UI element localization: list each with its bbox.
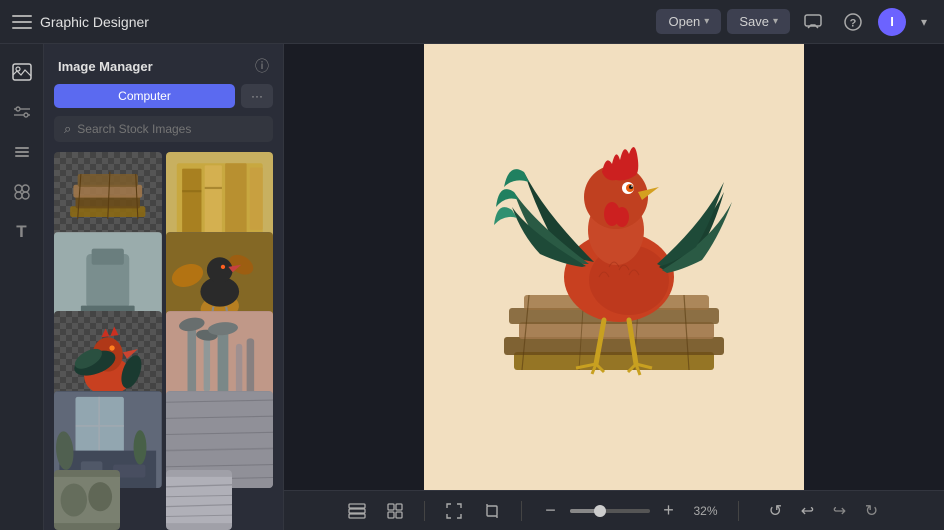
message-icon-btn[interactable] [798,7,828,37]
zoom-in-button[interactable]: + [654,496,684,526]
crop-icon [484,503,500,519]
svg-text:?: ? [850,17,857,29]
images-icon [12,63,32,81]
topbar-left: Graphic Designer [12,14,648,30]
left-sidebar: T [0,44,44,530]
list-item[interactable] [54,470,120,530]
panel-tabs: Computer ··· [44,84,283,116]
canvas-illustration [464,92,764,442]
topbar-right: ? I ▾ [798,7,932,37]
grid-toggle-button[interactable] [380,496,410,526]
save-button[interactable]: Save ▾ [727,9,790,34]
forward-button[interactable]: ↻ [857,496,887,526]
more-tab-button[interactable]: ··· [241,84,273,108]
main-area: T Image Manager ⓘ Computer ··· ⌕ [0,44,944,530]
info-icon[interactable]: ⓘ [255,56,269,76]
zoom-control: − + 32% [536,496,724,526]
layers-icon [13,143,31,161]
canvas-container[interactable] [284,44,944,490]
divider [738,501,739,521]
topbar-center: Open ▾ Save ▾ [656,9,790,34]
canvas-area: − + 32% ↺ ↩ ↪ ↻ [284,44,944,530]
image-panel: Image Manager ⓘ Computer ··· ⌕ [44,44,284,530]
layers-bottom-icon [348,503,366,519]
crop-button[interactable] [477,496,507,526]
zoom-thumb[interactable] [594,505,606,517]
layers-toggle-button[interactable] [342,496,372,526]
app-title: Graphic Designer [40,14,149,30]
divider [424,501,425,521]
search-input[interactable] [77,122,263,136]
thumbnail-partial2 [166,470,232,530]
sidebar-item-elements[interactable] [4,174,40,210]
avatar[interactable]: I [878,8,906,36]
sidebar-item-images[interactable] [4,54,40,90]
image-grid [44,152,283,530]
help-icon-btn[interactable]: ? [838,7,868,37]
bottom-toolbar: − + 32% ↺ ↩ ↪ ↻ [284,490,944,530]
topbar: Graphic Designer Open ▾ Save ▾ ? I ▾ [0,0,944,44]
undo-button[interactable]: ↩ [793,496,823,526]
panel-title: Image Manager [58,59,153,74]
panel-header: Image Manager ⓘ [44,44,283,84]
canvas-document [424,44,804,490]
zoom-slider[interactable] [570,509,650,513]
zoom-out-button[interactable]: − [536,496,566,526]
fit-icon [446,503,462,519]
account-chevron-icon[interactable]: ▾ [916,7,932,37]
zoom-percentage: 32% [688,504,724,518]
elements-icon [13,183,31,201]
filters-icon [13,103,31,121]
help-icon: ? [844,13,862,31]
search-icon: ⌕ [64,121,71,137]
sidebar-item-text[interactable]: T [4,214,40,250]
fit-button[interactable] [439,496,469,526]
undo-redo-group: ↺ ↩ ↪ ↻ [761,496,887,526]
sidebar-item-layers[interactable] [4,134,40,170]
computer-tab[interactable]: Computer [54,84,235,108]
open-button[interactable]: Open ▾ [656,9,721,34]
list-item[interactable] [166,470,232,530]
grid-icon [387,503,403,519]
save-chevron-icon: ▾ [773,16,778,27]
thumbnail-partial1 [54,470,120,530]
divider [521,501,522,521]
message-icon [804,14,822,30]
sidebar-item-filters[interactable] [4,94,40,130]
redo-button[interactable]: ↪ [825,496,855,526]
search-bar: ⌕ [54,116,273,142]
open-chevron-icon: ▾ [704,16,709,27]
hamburger-icon[interactable] [12,15,32,29]
refresh-button[interactable]: ↺ [761,496,791,526]
